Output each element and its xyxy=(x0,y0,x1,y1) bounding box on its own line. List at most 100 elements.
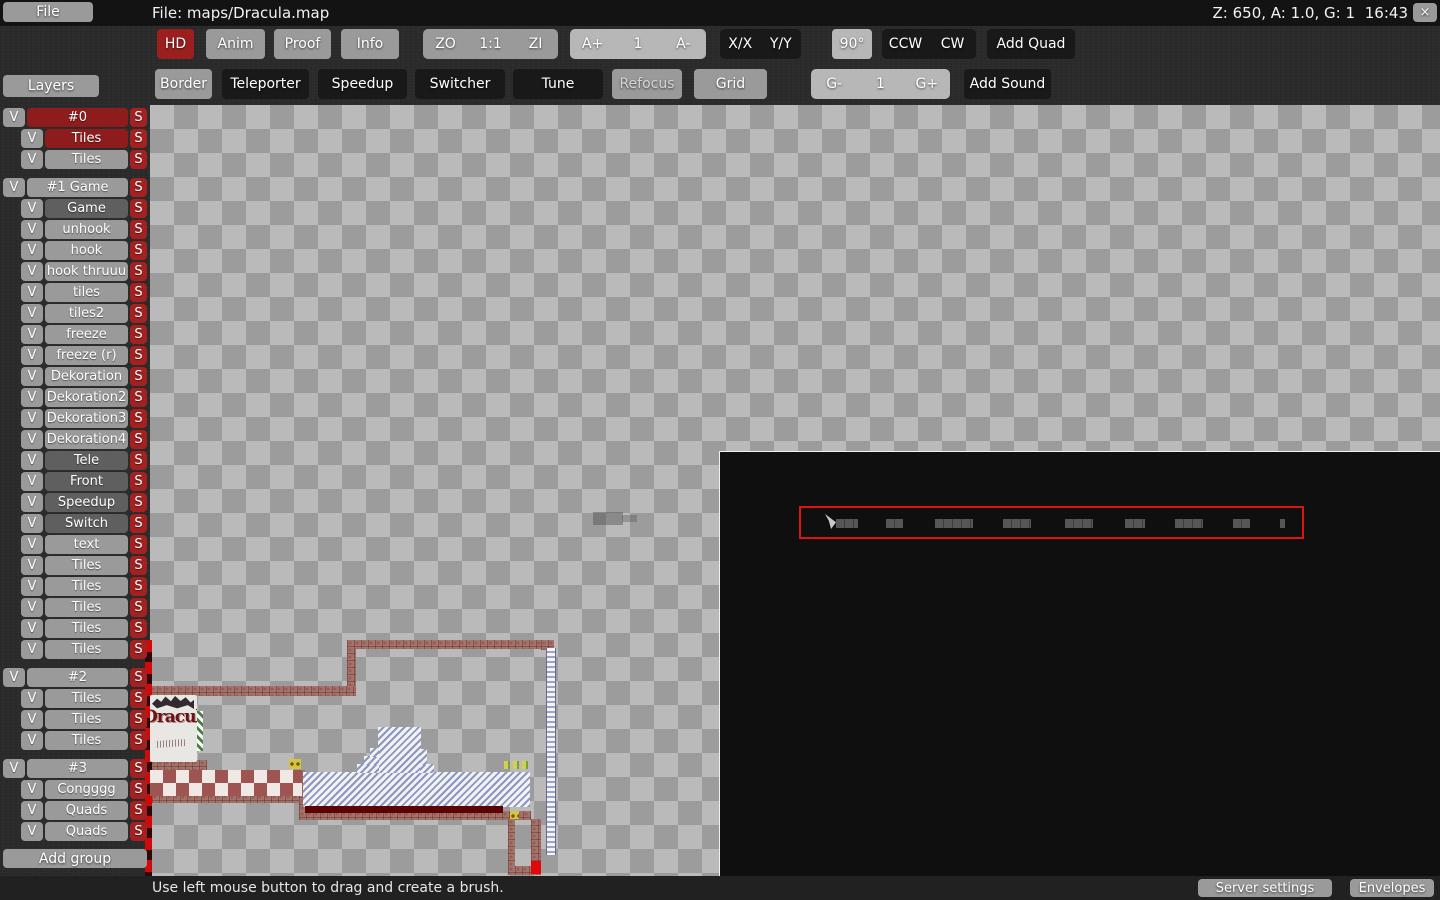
layer-visibility-toggle[interactable]: V xyxy=(21,241,43,260)
tileset-tile-cluster[interactable] xyxy=(1125,519,1145,528)
anim-toggle-button[interactable]: Anim xyxy=(206,29,265,59)
tileset-tile-cluster[interactable] xyxy=(1280,519,1285,528)
rotate-90-button[interactable]: 90° xyxy=(832,29,872,59)
layer-visibility-toggle[interactable]: V xyxy=(3,668,25,687)
refocus-button[interactable]: Refocus xyxy=(612,69,682,99)
layer-name-button[interactable]: Quads xyxy=(45,801,128,820)
layer-settings-button[interactable]: S xyxy=(130,619,147,638)
layer-visibility-toggle[interactable]: V xyxy=(21,220,43,239)
tileset-tile-cluster[interactable] xyxy=(1065,519,1093,528)
layer-visibility-toggle[interactable]: V xyxy=(21,325,43,344)
layer-name-button[interactable]: Tiles xyxy=(45,598,128,617)
layer-settings-button[interactable]: S xyxy=(130,535,147,554)
zoom-out-button[interactable]: ZO xyxy=(423,36,468,52)
grid-toggle-button[interactable]: Grid xyxy=(694,69,767,99)
tileset-tile-cluster[interactable] xyxy=(935,519,973,528)
layer-name-button[interactable]: Tiles xyxy=(45,689,128,708)
envelopes-button[interactable]: Envelopes xyxy=(1350,879,1434,897)
layer-settings-button[interactable]: S xyxy=(130,150,147,169)
layer-name-button[interactable]: #1 Game xyxy=(27,178,128,197)
layer-name-button[interactable]: freeze (r) xyxy=(45,346,128,365)
layer-name-button[interactable]: Tele xyxy=(45,451,128,470)
layer-settings-button[interactable]: S xyxy=(130,304,147,323)
add-quad-button[interactable]: Add Quad xyxy=(987,29,1075,59)
layer-name-button[interactable]: Front xyxy=(45,472,128,491)
layer-visibility-toggle[interactable]: V xyxy=(21,262,43,281)
layer-visibility-toggle[interactable]: V xyxy=(21,409,43,428)
layer-settings-button[interactable]: S xyxy=(130,759,147,778)
layer-settings-button[interactable]: S xyxy=(130,710,147,729)
layer-settings-button[interactable]: S xyxy=(130,409,147,428)
border-button[interactable]: Border xyxy=(155,69,212,99)
layer-settings-button[interactable]: S xyxy=(130,178,147,197)
layer-settings-button[interactable]: S xyxy=(130,640,147,659)
add-group-button[interactable]: Add group xyxy=(3,849,147,868)
layer-settings-button[interactable]: S xyxy=(130,472,147,491)
layer-visibility-toggle[interactable]: V xyxy=(21,283,43,302)
close-icon[interactable]: × xyxy=(1413,3,1437,22)
layer-name-button[interactable]: hook thruuu xyxy=(45,262,128,281)
layer-settings-button[interactable]: S xyxy=(130,514,147,533)
tileset-tile-cluster[interactable] xyxy=(1003,519,1031,528)
tileset-tile-cluster[interactable] xyxy=(1175,519,1203,528)
layer-visibility-toggle[interactable]: V xyxy=(21,388,43,407)
add-sound-button[interactable]: Add Sound xyxy=(964,69,1051,99)
layer-settings-button[interactable]: S xyxy=(130,598,147,617)
layer-settings-button[interactable]: S xyxy=(130,430,147,449)
layer-settings-button[interactable]: S xyxy=(130,731,147,750)
layer-visibility-toggle[interactable]: V xyxy=(21,199,43,218)
layer-name-button[interactable]: Tiles xyxy=(45,710,128,729)
layer-visibility-toggle[interactable]: V xyxy=(21,367,43,386)
layer-name-button[interactable]: Tiles xyxy=(45,640,128,659)
layer-settings-button[interactable]: S xyxy=(130,668,147,687)
layer-name-button[interactable]: Speedup xyxy=(45,493,128,512)
layer-name-button[interactable]: Congggg xyxy=(45,780,128,799)
layer-visibility-toggle[interactable]: V xyxy=(21,150,43,169)
zoom-in-button[interactable]: ZI xyxy=(513,36,558,52)
layer-visibility-toggle[interactable]: V xyxy=(21,129,43,148)
layer-settings-button[interactable]: S xyxy=(130,689,147,708)
layer-visibility-toggle[interactable]: V xyxy=(3,178,25,197)
layer-name-button[interactable]: Dekoration4 xyxy=(45,430,128,449)
layer-settings-button[interactable]: S xyxy=(130,199,147,218)
tileset-picker-panel[interactable] xyxy=(719,451,1440,877)
tileset-tile-cluster[interactable] xyxy=(886,519,903,528)
layer-visibility-toggle[interactable]: V xyxy=(21,731,43,750)
layer-name-button[interactable]: Game xyxy=(45,199,128,218)
tileset-selection-frame[interactable] xyxy=(799,506,1304,539)
layer-visibility-toggle[interactable]: V xyxy=(3,759,25,778)
layer-name-button[interactable]: tiles2 xyxy=(45,304,128,323)
layer-settings-button[interactable]: S xyxy=(130,556,147,575)
tune-button[interactable]: Tune xyxy=(513,69,603,99)
layer-settings-button[interactable]: S xyxy=(130,129,147,148)
hd-toggle-button[interactable]: HD xyxy=(157,29,194,59)
layer-settings-button[interactable]: S xyxy=(130,780,147,799)
layer-name-button[interactable]: unhook xyxy=(45,220,128,239)
layer-name-button[interactable]: Tiles xyxy=(45,150,128,169)
layer-visibility-toggle[interactable]: V xyxy=(21,619,43,638)
switcher-button[interactable]: Switcher xyxy=(415,69,505,99)
anim-slower-button[interactable]: A- xyxy=(661,36,706,52)
layer-settings-button[interactable]: S xyxy=(130,801,147,820)
layer-visibility-toggle[interactable]: V xyxy=(21,451,43,470)
layer-settings-button[interactable]: S xyxy=(130,493,147,512)
layer-settings-button[interactable]: S xyxy=(130,822,147,841)
layer-visibility-toggle[interactable]: V xyxy=(21,640,43,659)
layer-name-button[interactable]: Tiles xyxy=(45,129,128,148)
layer-visibility-toggle[interactable]: V xyxy=(21,304,43,323)
layer-name-button[interactable]: Tiles xyxy=(45,731,128,750)
layer-visibility-toggle[interactable]: V xyxy=(21,430,43,449)
layer-name-button[interactable]: Tiles xyxy=(45,619,128,638)
layer-visibility-toggle[interactable]: V xyxy=(21,801,43,820)
anim-faster-button[interactable]: A+ xyxy=(570,36,615,52)
layer-settings-button[interactable]: S xyxy=(130,220,147,239)
layer-settings-button[interactable]: S xyxy=(130,388,147,407)
teleporter-button[interactable]: Teleporter xyxy=(222,69,309,99)
layer-name-button[interactable]: #0 xyxy=(27,108,128,127)
layer-settings-button[interactable]: S xyxy=(130,346,147,365)
layers-header-button[interactable]: Layers xyxy=(3,75,99,97)
layer-settings-button[interactable]: S xyxy=(130,241,147,260)
layer-visibility-toggle[interactable]: V xyxy=(21,346,43,365)
file-menu-button[interactable]: File xyxy=(3,2,93,22)
layer-name-button[interactable]: freeze xyxy=(45,325,128,344)
